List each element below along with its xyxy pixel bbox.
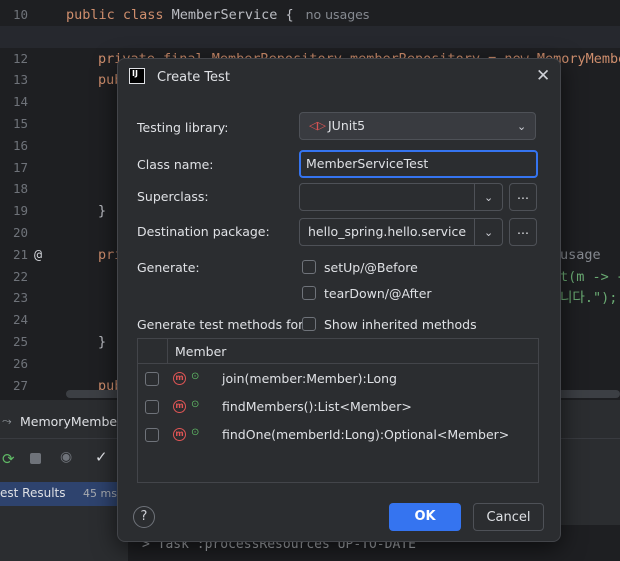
line-number: 20 xyxy=(12,225,28,240)
superclass-browse-label: ... xyxy=(517,187,529,202)
member-table-header: Member xyxy=(138,339,538,364)
class-name-input[interactable]: MemberServiceTest xyxy=(299,150,538,178)
run-tab-icon: ⤳ xyxy=(2,414,12,428)
member-checkbox[interactable] xyxy=(145,400,159,414)
member-column-header: Member xyxy=(175,344,227,359)
rerun-icon[interactable]: ⟳ xyxy=(2,450,15,468)
help-button[interactable]: ? xyxy=(133,506,155,528)
cancel-button[interactable]: Cancel xyxy=(473,503,544,531)
superclass-label: Superclass: xyxy=(137,189,209,204)
show-inherited-checkbox[interactable] xyxy=(302,317,316,331)
method-icon: m xyxy=(173,428,186,441)
test-results-time: 45 ms xyxy=(83,487,117,500)
show-inherited-label[interactable]: Show inherited methods xyxy=(324,317,477,332)
header-divider xyxy=(167,339,168,363)
line-number: 12 xyxy=(12,50,28,66)
testing-library-label: Testing library: xyxy=(137,120,229,135)
test-results-row[interactable]: est Results 45 ms xyxy=(0,482,128,506)
check-icon[interactable]: ✓ xyxy=(95,448,108,466)
line-number: 14 xyxy=(12,94,28,110)
member-row[interactable]: m ⊙ findOne(memberId:Long):Optional<Member… xyxy=(138,422,538,448)
method-icon: m xyxy=(173,400,186,413)
public-access-icon: ⊙ xyxy=(191,427,200,438)
chevron-down-icon[interactable]: ⌄ xyxy=(484,220,493,246)
code-tail: t(m -> { xyxy=(560,268,620,285)
dialog-title: Create Test xyxy=(157,70,230,85)
run-tab[interactable]: ⤳ MemoryMemberR xyxy=(0,408,131,436)
member-signature: findMembers():List<Member> xyxy=(222,399,412,414)
junit-icon: ◁▷ xyxy=(309,119,326,132)
member-row[interactable]: m ⊙ join(member:Member):Long xyxy=(138,366,538,392)
public-access-icon: ⊙ xyxy=(191,371,200,382)
generate-methods-label: Generate test methods for: xyxy=(137,317,308,332)
line-number: 15 xyxy=(12,116,28,131)
dialog-app-icon: IJ xyxy=(129,68,145,84)
class-name: MemberService { xyxy=(171,7,294,23)
code-tail: 니다."); xyxy=(560,290,618,307)
line-number: 27 xyxy=(12,377,28,393)
stop-icon[interactable] xyxy=(30,453,41,464)
current-line-highlight xyxy=(0,26,620,48)
teardown-label[interactable]: tearDown/@After xyxy=(324,286,432,301)
class-declaration: public class MemberService { no usages xyxy=(66,4,369,26)
ok-label: OK xyxy=(414,509,436,524)
class-name-value: MemberServiceTest xyxy=(306,156,429,171)
line-number: 22 xyxy=(12,268,28,284)
line-number: 19 xyxy=(12,203,28,219)
chevron-down-icon: ⌄ xyxy=(517,120,527,133)
help-icon: ? xyxy=(140,509,148,524)
generate-label: Generate: xyxy=(137,260,200,275)
superclass-browse-button[interactable]: ... xyxy=(509,183,537,211)
line-number: 18 xyxy=(12,181,28,197)
line-number: 13 xyxy=(12,72,28,88)
line-number: 23 xyxy=(12,290,28,306)
code-tail: usage xyxy=(560,246,601,263)
setup-checkbox[interactable] xyxy=(302,260,316,274)
superclass-divider xyxy=(474,184,475,210)
public-access-icon: ⊙ xyxy=(191,399,200,410)
keyword: public class xyxy=(66,7,172,23)
code-text: } xyxy=(98,203,107,220)
line-number: 16 xyxy=(12,137,28,153)
ok-button[interactable]: OK xyxy=(389,503,461,531)
code-line[interactable]: 10 public class MemberService { no usages xyxy=(0,4,620,26)
method-icon: m xyxy=(173,372,186,385)
teardown-checkbox[interactable] xyxy=(302,286,316,300)
destination-package-value: hello_spring.hello.service xyxy=(308,224,467,239)
superclass-input[interactable]: ⌄ xyxy=(299,183,503,211)
member-signature: join(member:Member):Long xyxy=(222,371,397,386)
cancel-label: Cancel xyxy=(486,510,531,525)
test-results-label: est Results xyxy=(0,486,66,500)
code-text: } xyxy=(98,334,107,350)
line-number: 17 xyxy=(12,159,28,175)
create-test-dialog: IJ Create Test ✕ Testing library: ◁▷ JUn… xyxy=(117,58,561,542)
line-number: 24 xyxy=(12,312,28,328)
destination-browse-button[interactable]: ... xyxy=(509,218,537,246)
gutter-annotation-icon[interactable]: @ xyxy=(34,244,42,266)
chevron-down-icon[interactable]: ⌄ xyxy=(484,185,493,211)
testing-library-select[interactable]: ◁▷ JUnit5 ⌄ xyxy=(299,112,536,140)
line-number: 26 xyxy=(12,355,28,371)
close-icon[interactable]: ✕ xyxy=(536,66,550,86)
line-number: 21 xyxy=(12,246,28,262)
member-table: Member m ⊙ join(member:Member):Long m ⊙ findM… xyxy=(137,338,539,483)
member-row[interactable]: m ⊙ findMembers():List<Member> xyxy=(138,394,538,420)
destination-browse-label: ... xyxy=(517,222,529,237)
eye-icon[interactable]: ◉ xyxy=(60,449,72,465)
usages-hint[interactable]: no usages xyxy=(306,7,370,22)
member-checkbox[interactable] xyxy=(145,372,159,386)
testing-library-value: JUnit5 xyxy=(328,118,366,133)
class-name-label: Class name: xyxy=(137,157,214,172)
destination-package-input[interactable]: hello_spring.hello.service ⌄ xyxy=(299,218,503,246)
line-number: 25 xyxy=(12,334,28,349)
setup-label[interactable]: setUp/@Before xyxy=(324,260,418,275)
run-tab-label: MemoryMemberR xyxy=(20,414,131,429)
member-signature: findOne(memberId:Long):Optional<Member> xyxy=(222,427,510,442)
line-number: 10 xyxy=(12,7,28,22)
destination-divider xyxy=(474,219,475,245)
member-checkbox[interactable] xyxy=(145,428,159,442)
destination-package-label: Destination package: xyxy=(137,224,270,239)
